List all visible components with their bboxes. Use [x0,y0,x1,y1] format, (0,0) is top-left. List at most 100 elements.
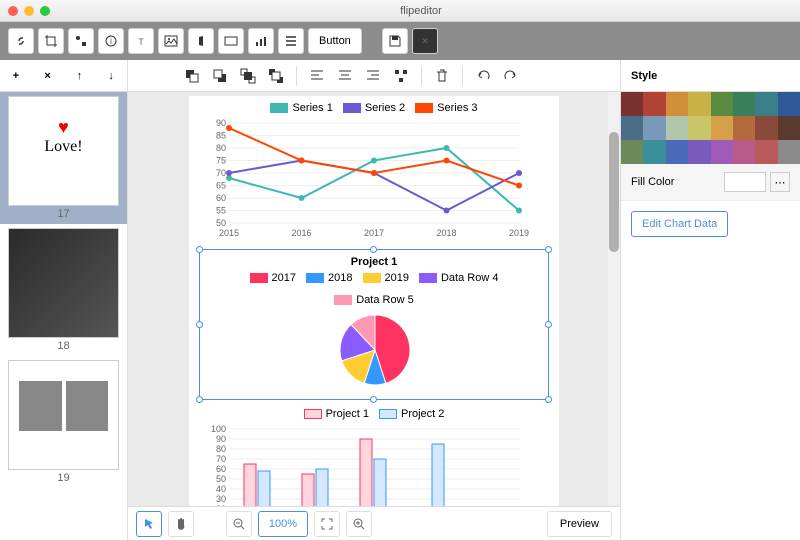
window-title: flipeditor [50,5,792,17]
canvas-area: Series 1Series 2Series 3 505560657075808… [128,60,620,540]
delete-button[interactable]: ✕ [412,28,438,54]
send-backward-icon[interactable] [208,64,232,88]
line-chart[interactable]: Series 1Series 2Series 3 505560657075808… [189,96,559,247]
color-swatch[interactable] [666,140,688,164]
svg-text:50: 50 [216,474,226,484]
window-controls [8,6,50,16]
svg-text:30: 30 [216,494,226,504]
close-window[interactable] [8,6,18,16]
color-swatch[interactable] [778,140,800,164]
add-page[interactable]: + [6,66,26,86]
bottom-toolbar: 100% Preview [128,506,620,540]
minimize-window[interactable] [24,6,34,16]
page-operations: + × ↑ ↓ [0,60,127,92]
svg-text:65: 65 [216,181,226,191]
color-swatch[interactable] [755,116,777,140]
canvas-toolbar [128,60,620,92]
color-swatch[interactable] [755,92,777,116]
more-colors[interactable]: ⋯ [770,172,790,192]
thumbnail-19[interactable]: 19 [0,356,127,488]
color-swatch[interactable] [688,116,710,140]
svg-text:80: 80 [216,444,226,454]
svg-text:50: 50 [216,218,226,228]
svg-text:100: 100 [211,424,226,434]
color-swatch[interactable] [778,92,800,116]
zoom-level[interactable]: 100% [258,511,308,537]
color-swatch[interactable] [621,140,643,164]
align-center-icon[interactable] [333,64,357,88]
bring-front-icon[interactable] [236,64,260,88]
page-thumbnails: ♥Love! 17 18 19 [0,92,127,540]
color-swatch[interactable] [755,140,777,164]
align-left-icon[interactable] [305,64,329,88]
color-swatch[interactable] [778,116,800,140]
svg-text:85: 85 [216,131,226,141]
edit-chart-data-button[interactable]: Edit Chart Data [631,211,728,237]
svg-text:55: 55 [216,206,226,216]
color-swatch[interactable] [733,116,755,140]
pointer-tool[interactable] [136,511,162,537]
fit-screen[interactable] [314,511,340,537]
maximize-window[interactable] [40,6,50,16]
canvas-viewport[interactable]: Series 1Series 2Series 3 505560657075808… [128,92,620,506]
bring-forward-icon[interactable] [180,64,204,88]
color-swatch[interactable] [733,140,755,164]
crop-tool[interactable] [38,28,64,54]
chart-tool[interactable] [248,28,274,54]
redo-icon[interactable] [499,64,523,88]
color-swatch[interactable] [643,116,665,140]
canvas-page: Series 1Series 2Series 3 505560657075808… [189,96,559,506]
color-swatch[interactable] [688,92,710,116]
svg-text:60: 60 [216,193,226,203]
link-tool[interactable] [8,28,34,54]
button-tool[interactable]: Button [308,28,362,54]
color-swatch[interactable] [711,140,733,164]
thumbnail-17[interactable]: ♥Love! 17 [0,92,127,224]
svg-text:60: 60 [216,464,226,474]
list-tool[interactable] [278,28,304,54]
color-swatch[interactable] [711,92,733,116]
distribute-icon[interactable] [389,64,413,88]
svg-text:40: 40 [216,484,226,494]
move-page-up[interactable]: ↑ [69,66,89,86]
color-swatch[interactable] [666,92,688,116]
preview-button[interactable]: Preview [547,511,612,537]
svg-text:80: 80 [216,143,226,153]
color-swatch[interactable] [643,92,665,116]
color-swatch[interactable] [733,92,755,116]
fill-color-row: Fill Color ⋯ [621,164,800,201]
audio-tool[interactable] [188,28,214,54]
video-tool[interactable] [218,28,244,54]
fill-color-well[interactable] [724,172,766,192]
thumbnail-18[interactable]: 18 [0,224,127,356]
color-swatch[interactable] [666,116,688,140]
canvas-scrollbar[interactable] [608,92,620,506]
color-swatch[interactable] [621,116,643,140]
zoom-out[interactable] [226,511,252,537]
bar-chart[interactable]: Project 1Project 2 010203040506070809010… [189,402,559,506]
trash-icon[interactable] [430,64,454,88]
svg-text:2017: 2017 [364,228,384,238]
hand-tool[interactable] [168,511,194,537]
svg-text:2015: 2015 [219,228,239,238]
svg-text:20: 20 [216,504,226,506]
send-back-icon[interactable] [264,64,288,88]
shape-tool[interactable] [68,28,94,54]
svg-text:2018: 2018 [436,228,456,238]
zoom-in[interactable] [346,511,372,537]
align-right-icon[interactable] [361,64,385,88]
text-tool[interactable]: T [128,28,154,54]
color-swatch[interactable] [711,116,733,140]
undo-icon[interactable] [471,64,495,88]
style-panel: Style Fill Color ⋯ Edit Chart Data [620,60,800,540]
image-tool[interactable] [158,28,184,54]
remove-page[interactable]: × [38,66,58,86]
info-tool[interactable]: i [98,28,124,54]
color-swatch[interactable] [621,92,643,116]
color-swatch[interactable] [688,140,710,164]
move-page-down[interactable]: ↓ [101,66,121,86]
save-button[interactable] [382,28,408,54]
color-swatch[interactable] [643,140,665,164]
svg-text:2019: 2019 [509,228,529,238]
pie-chart[interactable]: Project 1 201720182019Data Row 4Data Row… [199,249,549,400]
